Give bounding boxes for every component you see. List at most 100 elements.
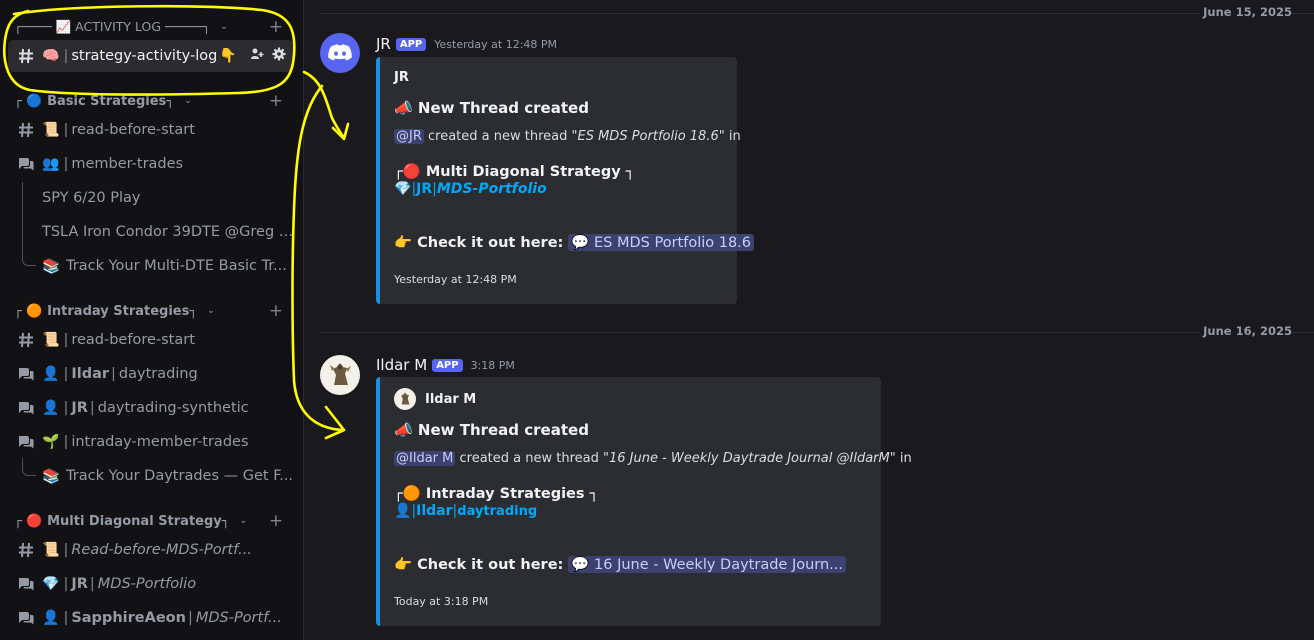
discord-logo-icon bbox=[328, 44, 352, 61]
category-intraday-strategies[interactable]: ┌ 🟠 Intraday Strategies┐ ⌄ + bbox=[14, 300, 291, 322]
channel-ildar-daytrading[interactable]: 👤 | Ildar | daytrading bbox=[8, 358, 294, 390]
embed-description: @Ildar M created a new thread "16 June -… bbox=[394, 451, 912, 466]
thread-connector bbox=[22, 182, 36, 198]
date-divider: June 16, 2025 bbox=[321, 324, 1314, 338]
seedling-emoji: 🌱 bbox=[42, 434, 60, 450]
channel-name: read-before-start bbox=[71, 332, 195, 348]
channel-name: daytrading bbox=[118, 366, 198, 382]
forum-channel-icon bbox=[16, 365, 36, 383]
brain-emoji: 🧠 bbox=[42, 48, 60, 64]
author-name[interactable]: Ildar M bbox=[376, 356, 427, 374]
category-label: ┌ 🟠 Intraday Strategies┐ bbox=[14, 303, 198, 319]
category-label: ┌ 🔴 Multi Diagonal Strategy┐ bbox=[14, 513, 230, 529]
embed-cta: 👉 Check it out here: 💬 16 June - Weekly … bbox=[394, 556, 846, 573]
thread-connector bbox=[22, 198, 36, 232]
thread-link[interactable]: 💬 16 June - Weekly Daytrade Journ... bbox=[568, 556, 846, 573]
date-divider-label: June 15, 2025 bbox=[1199, 5, 1292, 19]
text-channel-icon bbox=[16, 121, 36, 139]
embed-title: 📣 New Thread created bbox=[394, 421, 589, 439]
thread-item[interactable]: 📚 Track Your Multi-DTE Basic Tr... bbox=[42, 250, 294, 282]
channel-intraday-member-trades[interactable]: 🌱 | intraday-member-trades bbox=[8, 426, 294, 458]
channel-jr-daytrading-synthetic[interactable]: 👤 | JR | daytrading-synthetic bbox=[8, 392, 294, 424]
thread-item[interactable]: SPY 6/20 Play bbox=[42, 182, 294, 214]
channel-member-trades[interactable]: 👥 | member-trades bbox=[8, 148, 294, 180]
people-emoji: 👥 bbox=[42, 156, 60, 172]
pointing-down-emoji: 👇 bbox=[219, 48, 237, 64]
embed-cta: 👉 Check it out here: 💬 ES MDS Portfolio … bbox=[394, 234, 755, 251]
chevron-down-icon: ⌄ bbox=[184, 96, 192, 106]
channel-strategy-activity-log[interactable]: 🧠 | strategy-activity-log 👇 bbox=[8, 40, 294, 72]
thread-item[interactable]: TSLA Iron Condor 39DTE @Greg |... bbox=[42, 216, 294, 248]
message-timestamp[interactable]: 3:18 PM bbox=[471, 359, 515, 372]
add-channel-icon[interactable]: + bbox=[269, 91, 283, 111]
owner-name: JR bbox=[71, 576, 88, 592]
text-channel-icon bbox=[16, 331, 36, 349]
channel-name: read-before-start bbox=[71, 122, 195, 138]
channel-sapphireaeon-mds-portfolio[interactable]: 👤 | SapphireAeon | MDS-Portf... bbox=[8, 602, 294, 634]
category-basic-strategies[interactable]: ┌ 🔵 Basic Strategies┐ ⌄ + bbox=[14, 90, 291, 112]
embed-card: JR 📣 New Thread created @JR created a ne… bbox=[376, 57, 755, 304]
gem-emoji: 💎 bbox=[42, 576, 60, 592]
chevron-down-icon: ⌄ bbox=[220, 22, 228, 32]
forum-channel-icon bbox=[16, 433, 36, 451]
category-label: ┌ 🔵 Basic Strategies┐ bbox=[14, 93, 175, 109]
embed-card: Ildar M 📣 New Thread created @Ildar M cr… bbox=[376, 377, 912, 626]
app-badge: APP bbox=[432, 358, 463, 372]
text-channel-icon bbox=[16, 47, 36, 65]
add-channel-icon[interactable]: + bbox=[269, 17, 283, 37]
embed-author: JR bbox=[394, 70, 409, 85]
channel-basic-read-before-start[interactable]: 📜 | read-before-start bbox=[8, 114, 294, 146]
embed-author-avatar bbox=[394, 388, 416, 410]
add-member-icon[interactable] bbox=[250, 47, 264, 65]
embed-channel-link[interactable]: 💎|JR|MDS-Portfolio bbox=[394, 181, 547, 197]
channel-read-before-mds[interactable]: 📜 | Read-before-MDS-Portf... bbox=[8, 534, 294, 566]
channel-name: member-trades bbox=[71, 156, 184, 172]
books-emoji: 📚 bbox=[42, 468, 61, 485]
channel-name: MDS-Portfolio bbox=[97, 576, 197, 592]
forum-channel-icon bbox=[16, 155, 36, 173]
user-mention[interactable]: @Ildar M bbox=[394, 451, 456, 466]
gear-icon[interactable] bbox=[272, 47, 286, 65]
channel-name: intraday-member-trades bbox=[71, 434, 249, 450]
embed-channel-link[interactable]: 👤|Ildar|daytrading bbox=[394, 503, 537, 519]
avatar[interactable] bbox=[320, 355, 360, 395]
owner-name: SapphireAeon bbox=[71, 610, 186, 626]
add-channel-icon[interactable]: + bbox=[269, 301, 283, 321]
embed-author: Ildar M bbox=[394, 388, 476, 410]
embed-description: @JR created a new thread "ES MDS Portfol… bbox=[394, 129, 741, 144]
scroll-emoji: 📜 bbox=[42, 542, 60, 558]
chevron-down-icon: ⌄ bbox=[207, 306, 215, 316]
scroll-emoji: 📜 bbox=[42, 122, 60, 138]
channel-intraday-read-before-start[interactable]: 📜 | read-before-start bbox=[8, 324, 294, 356]
thread-item[interactable]: 📚 Track Your Daytrades — Get F... bbox=[42, 460, 294, 492]
add-channel-icon[interactable]: + bbox=[269, 511, 283, 531]
thread-connector bbox=[22, 232, 36, 266]
chevron-down-icon: ⌄ bbox=[239, 516, 248, 526]
message-header: Ildar M APP 3:18 PM bbox=[376, 356, 515, 374]
owner-name: Ildar bbox=[71, 366, 110, 382]
date-divider: June 15, 2025 bbox=[321, 5, 1314, 19]
channel-name: daytrading-synthetic bbox=[97, 400, 249, 416]
message-timestamp[interactable]: Yesterday at 12:48 PM bbox=[434, 38, 557, 51]
owner-name: JR bbox=[71, 400, 88, 416]
category-label: ┌──── 📈 ACTIVITY LOG ─────┐ bbox=[14, 19, 211, 34]
thread-connector bbox=[22, 458, 36, 476]
embed-category-line: ┌🔴 Multi Diagonal Strategy ┐ bbox=[394, 164, 635, 180]
forum-channel-icon bbox=[16, 609, 36, 627]
person-emoji: 👤 bbox=[42, 366, 60, 382]
channel-name: strategy-activity-log bbox=[71, 48, 218, 64]
channel-name: Read-before-MDS-Portf... bbox=[71, 542, 252, 558]
embed-footer: Today at 3:18 PM bbox=[394, 595, 489, 608]
embed-footer: Yesterday at 12:48 PM bbox=[394, 273, 517, 286]
channel-name: MDS-Portf... bbox=[195, 610, 282, 626]
app-badge: APP bbox=[395, 37, 427, 51]
author-name[interactable]: JR bbox=[376, 35, 391, 53]
user-mention[interactable]: @JR bbox=[394, 129, 424, 144]
thread-link[interactable]: 💬 ES MDS Portfolio 18.6 bbox=[568, 234, 755, 251]
category-activity-log[interactable]: ┌──── 📈 ACTIVITY LOG ─────┐ ⌄ + bbox=[14, 16, 291, 38]
avatar[interactable] bbox=[320, 33, 360, 73]
channel-jr-mds-portfolio[interactable]: 💎 | JR | MDS-Portfolio bbox=[8, 568, 294, 600]
category-multi-diagonal-strategy[interactable]: ┌ 🔴 Multi Diagonal Strategy┐ ⌄ + bbox=[14, 510, 291, 532]
person-emoji: 👤 bbox=[42, 610, 60, 626]
forum-channel-icon bbox=[16, 575, 36, 593]
